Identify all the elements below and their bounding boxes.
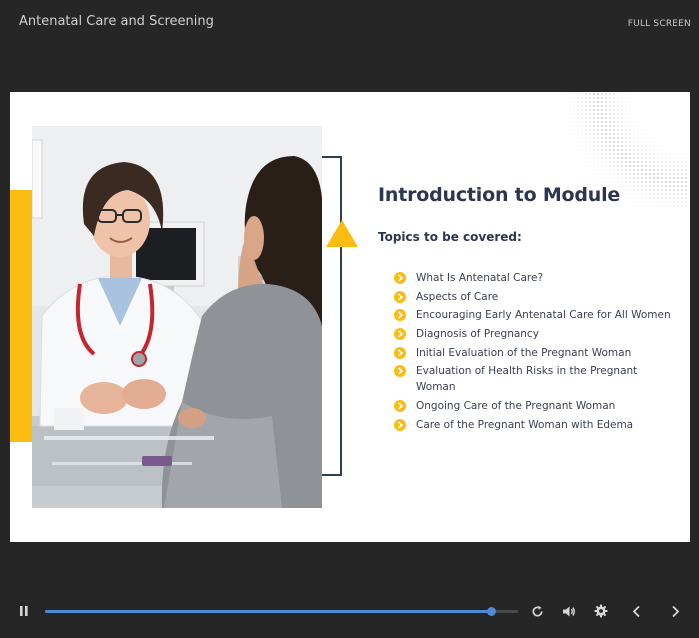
settings-button[interactable]	[587, 592, 615, 630]
chevron-bullet-icon	[394, 328, 406, 341]
topic-label: Initial Evaluation of the Pregnant Woman	[416, 346, 632, 359]
chevron-bullet-icon	[394, 365, 406, 378]
slide-canvas: Introduction to Module Topics to be cove…	[10, 92, 690, 542]
slide-title: Introduction to Module	[378, 184, 621, 206]
doctor-patient-photo	[32, 126, 322, 508]
topic-item: What Is Antenatal Care?	[394, 270, 674, 286]
accent-bar	[10, 190, 32, 442]
chevron-bullet-icon	[394, 400, 406, 413]
topic-label: Ongoing Care of the Pregnant Woman	[416, 400, 616, 413]
progress-handle[interactable]	[487, 607, 497, 616]
pause-icon	[20, 606, 28, 616]
player-controls	[0, 592, 699, 630]
chevron-bullet-icon	[394, 418, 406, 431]
progress-bar[interactable]	[45, 607, 518, 616]
gear-icon	[594, 604, 608, 618]
replay-icon	[532, 605, 543, 617]
pause-button[interactable]	[10, 592, 38, 630]
chevron-bullet-icon	[394, 346, 406, 359]
bracket-decoration	[322, 156, 342, 476]
topic-item: Evaluation of Health Risks in the Pregna…	[394, 363, 674, 395]
topic-item: Initial Evaluation of the Pregnant Woman	[394, 345, 674, 361]
topic-label: What Is Antenatal Care?	[416, 272, 544, 284]
topic-item: Aspects of Care	[394, 289, 674, 305]
topic-item: Care of the Pregnant Woman with Edema	[394, 417, 674, 433]
course-title: Antenatal Care and Screening	[19, 14, 214, 29]
previous-slide-button[interactable]	[622, 592, 650, 630]
volume-button[interactable]	[555, 592, 583, 630]
topic-label: Diagnosis of Pregnancy	[416, 328, 539, 341]
topic-label: Aspects of Care	[416, 290, 499, 303]
topic-label: Evaluation of Health Risks in the Pregna…	[416, 365, 638, 394]
triangle-marker-icon	[326, 220, 358, 247]
chevron-bullet-icon	[394, 309, 406, 322]
top-bar: Antenatal Care and Screening FULL SCREEN	[0, 0, 699, 92]
topics-heading: Topics to be covered:	[378, 230, 522, 244]
replay-button[interactable]	[523, 592, 551, 630]
topic-list: What Is Antenatal Care? Aspects of Care …	[394, 270, 674, 436]
topic-label: Care of the Pregnant Woman with Edema	[416, 418, 634, 431]
topic-item: Ongoing Care of the Pregnant Woman	[394, 398, 674, 414]
next-slide-button[interactable]	[661, 592, 689, 630]
volume-icon	[563, 606, 575, 616]
topic-item: Encouraging Early Antenatal Care for All…	[394, 307, 674, 323]
topic-label: Encouraging Early Antenatal Care for All…	[416, 309, 671, 322]
progress-fill	[45, 610, 492, 613]
chevron-left-icon	[632, 605, 640, 617]
chevron-right-icon	[671, 605, 679, 617]
topic-item: Diagnosis of Pregnancy	[394, 326, 674, 342]
fullscreen-button[interactable]: FULL SCREEN	[628, 19, 691, 29]
chevron-bullet-icon	[394, 272, 406, 284]
chevron-bullet-icon	[394, 290, 406, 303]
